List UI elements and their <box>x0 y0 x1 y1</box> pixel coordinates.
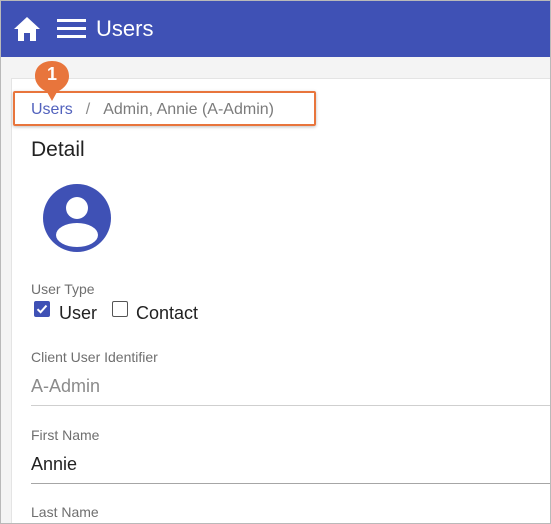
user-type-label: User Type <box>31 281 95 297</box>
app-title: Users <box>96 16 154 41</box>
app-window: Users Users / Admin, Annie (A-Admin) 1 Det… <box>0 0 551 524</box>
first-name-field[interactable]: Annie <box>31 453 550 484</box>
menu-button[interactable] <box>57 17 87 41</box>
first-name-label: First Name <box>31 427 100 443</box>
client-user-identifier-field: A-Admin <box>31 375 550 406</box>
last-name-label: Last Name <box>31 504 99 520</box>
contact-checkbox-label: Contact <box>136 303 199 323</box>
callout-number: 1 <box>46 64 57 84</box>
check-icon <box>36 304 48 314</box>
client-user-identifier-label: Client User Identifier <box>31 349 158 365</box>
home-icon <box>14 17 40 41</box>
hamburger-menu-icon <box>57 19 86 38</box>
home-button[interactable] <box>12 14 42 44</box>
app-bar: Users <box>1 1 550 57</box>
contact-checkbox[interactable] <box>112 301 128 317</box>
user-checkbox-label: User <box>59 303 98 323</box>
user-checkbox[interactable] <box>34 301 50 317</box>
section-title: Detail <box>31 138 85 161</box>
avatar-icon <box>43 184 111 252</box>
